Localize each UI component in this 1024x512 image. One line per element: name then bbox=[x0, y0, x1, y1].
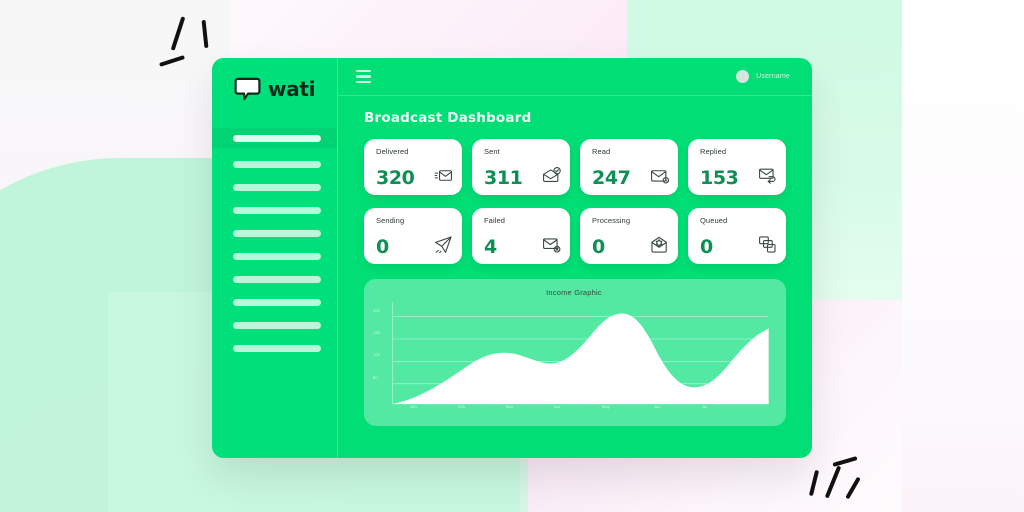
chart-area-fill bbox=[392, 313, 769, 404]
sidebar-item-placeholder bbox=[233, 206, 321, 214]
sidebar-item-10[interactable] bbox=[212, 338, 337, 358]
stat-label: Failed bbox=[484, 216, 506, 225]
chart-plot-area: 200 150 100 50 Jan Feb Mar Apr May Jun J… bbox=[373, 300, 774, 418]
envelope-delivered-icon bbox=[434, 166, 453, 185]
envelope-open-read-icon bbox=[650, 166, 669, 185]
sidebar-item-placeholder bbox=[233, 183, 321, 191]
stacked-messages-icon bbox=[758, 235, 777, 254]
stat-label: Processing bbox=[592, 216, 631, 225]
paper-plane-icon bbox=[434, 235, 453, 254]
stat-card-replied[interactable]: Replied 153 bbox=[688, 139, 786, 195]
stat-card-sent[interactable]: Sent 311 bbox=[472, 139, 570, 195]
dashboard-content: Broadcast Dashboard Delivered 320 Sent 3… bbox=[338, 96, 812, 458]
stat-label: Read bbox=[592, 147, 611, 156]
area-chart-svg bbox=[374, 300, 774, 418]
chart-xtick-label: Apr bbox=[554, 404, 561, 409]
hamburger-line bbox=[356, 80, 371, 84]
sidebar-item-placeholder bbox=[233, 229, 321, 237]
sidebar-item-placeholder bbox=[233, 252, 321, 260]
stats-row-2: Sending 0 Failed 4 Processing 0 Queued 0 bbox=[364, 208, 786, 264]
app-window: wati Username Broadcast Dashboard Delive… bbox=[212, 58, 812, 458]
stat-label: Sending bbox=[376, 216, 405, 225]
stat-card-delivered[interactable]: Delivered 320 bbox=[364, 139, 462, 195]
sidebar-item-1[interactable] bbox=[212, 128, 337, 148]
hamburger-line bbox=[356, 75, 371, 78]
sidebar-nav bbox=[212, 126, 337, 358]
stat-label: Sent bbox=[484, 147, 500, 156]
envelope-error-icon bbox=[542, 235, 561, 254]
top-bar: Username bbox=[338, 58, 812, 96]
sidebar-item-5[interactable] bbox=[212, 223, 337, 243]
sidebar-item-placeholder bbox=[233, 344, 321, 352]
stat-label: Replied bbox=[700, 147, 727, 156]
envelope-check-icon bbox=[542, 166, 561, 185]
user-menu[interactable]: Username bbox=[736, 70, 790, 83]
stat-card-failed[interactable]: Failed 4 bbox=[472, 208, 570, 264]
envelope-gear-icon bbox=[650, 235, 669, 254]
stat-card-processing[interactable]: Processing 0 bbox=[580, 208, 678, 264]
chart-xtick-label: May bbox=[602, 404, 610, 409]
chart-ytick-label: 50 bbox=[373, 375, 378, 380]
sidebar-item-9[interactable] bbox=[212, 315, 337, 335]
sidebar-item-8[interactable] bbox=[212, 292, 337, 312]
chart-xtick-label: Jan bbox=[410, 404, 417, 409]
chart-ytick-label: 200 bbox=[373, 308, 380, 313]
page-title: Broadcast Dashboard bbox=[364, 110, 532, 126]
stat-card-sending[interactable]: Sending 0 bbox=[364, 208, 462, 264]
sidebar-item-4[interactable] bbox=[212, 200, 337, 220]
sidebar-item-placeholder bbox=[233, 160, 321, 168]
stat-label: Delivered bbox=[376, 147, 409, 156]
background-white-right bbox=[902, 0, 1024, 512]
chart-ytick-label: 150 bbox=[373, 330, 380, 335]
chart-xtick-label: Feb bbox=[458, 404, 466, 409]
main-area: Username Broadcast Dashboard Delivered 3… bbox=[338, 58, 812, 458]
username-label: Username bbox=[756, 73, 790, 80]
stat-label: Queued bbox=[700, 216, 728, 225]
stats-row-1: Delivered 320 Sent 311 Read 247 Replied … bbox=[364, 139, 786, 195]
sidebar-item-placeholder bbox=[233, 275, 321, 283]
speech-bubble-icon bbox=[234, 76, 261, 103]
sidebar-item-6[interactable] bbox=[212, 246, 337, 266]
screenshot-canvas: wati Username Broadcast Dashboard Delive… bbox=[0, 0, 1024, 512]
brand-name: wati bbox=[268, 77, 316, 101]
sidebar-item-3[interactable] bbox=[212, 177, 337, 197]
hamburger-line bbox=[356, 69, 371, 73]
chart-xtick-label: Jun bbox=[654, 404, 661, 409]
stat-card-queued[interactable]: Queued 0 bbox=[688, 208, 786, 264]
chart-title: Income Graphic bbox=[546, 288, 602, 297]
sidebar: wati bbox=[212, 58, 338, 458]
envelope-reply-icon bbox=[758, 166, 777, 185]
avatar bbox=[736, 70, 750, 83]
chart-ytick-label: 100 bbox=[373, 352, 380, 357]
sidebar-item-placeholder bbox=[233, 321, 321, 329]
sidebar-item-placeholder bbox=[233, 134, 321, 142]
brand-logo[interactable]: wati bbox=[212, 58, 337, 120]
sidebar-item-placeholder bbox=[233, 298, 321, 306]
income-chart-card: Income Graphic 200 150 100 50 Jan Feb Ma… bbox=[364, 279, 786, 426]
stat-card-read[interactable]: Read 247 bbox=[580, 139, 678, 195]
chart-xtick-label: Jul bbox=[702, 404, 708, 409]
hamburger-menu-icon[interactable] bbox=[356, 69, 371, 84]
sidebar-item-2[interactable] bbox=[212, 154, 337, 174]
sidebar-item-7[interactable] bbox=[212, 269, 337, 289]
chart-xtick-label: Mar bbox=[506, 404, 514, 409]
